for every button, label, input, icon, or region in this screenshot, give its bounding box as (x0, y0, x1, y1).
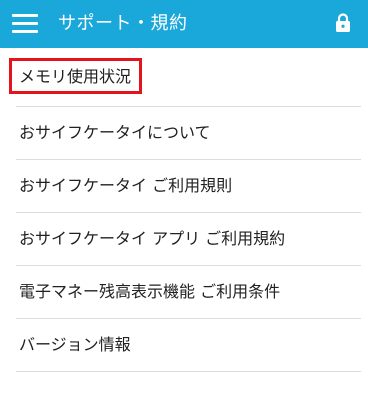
menu-item-label: バージョン情報 (19, 335, 131, 354)
menu-item-label: 電子マネー残高表示機能 ご利用条件 (19, 282, 281, 301)
menu-icon-bar (12, 22, 38, 25)
menu-icon-bar (12, 30, 38, 33)
menu-item-memory-usage[interactable]: メモリ使用状況 (16, 48, 361, 107)
menu-item-label: メモリ使用状況 (19, 67, 132, 86)
app-bar: サポート・規約 (0, 0, 368, 48)
menu-item-label: おサイフケータイ アプリ ご利用規約 (19, 229, 286, 248)
hamburger-menu-icon[interactable] (10, 9, 40, 39)
support-menu-list: メモリ使用状況 おサイフケータイについて おサイフケータイ ご利用規則 おサイフ… (0, 48, 368, 372)
menu-item-label: おサイフケータイについて (19, 123, 211, 142)
menu-item-version-info[interactable]: バージョン情報 (16, 319, 361, 372)
page-title: サポート・規約 (58, 13, 188, 34)
menu-item-osaifu-terms-of-use[interactable]: おサイフケータイ ご利用規則 (16, 160, 361, 213)
menu-icon-bar (12, 14, 38, 17)
menu-item-osaifu-app-terms[interactable]: おサイフケータイ アプリ ご利用規約 (16, 213, 361, 266)
menu-item-label: おサイフケータイ ご利用規則 (19, 176, 233, 195)
lock-icon (336, 13, 350, 32)
menu-item-emoney-balance-conditions[interactable]: 電子マネー残高表示機能 ご利用条件 (16, 266, 361, 319)
menu-item-about-osaifu-keitai[interactable]: おサイフケータイについて (16, 107, 361, 160)
